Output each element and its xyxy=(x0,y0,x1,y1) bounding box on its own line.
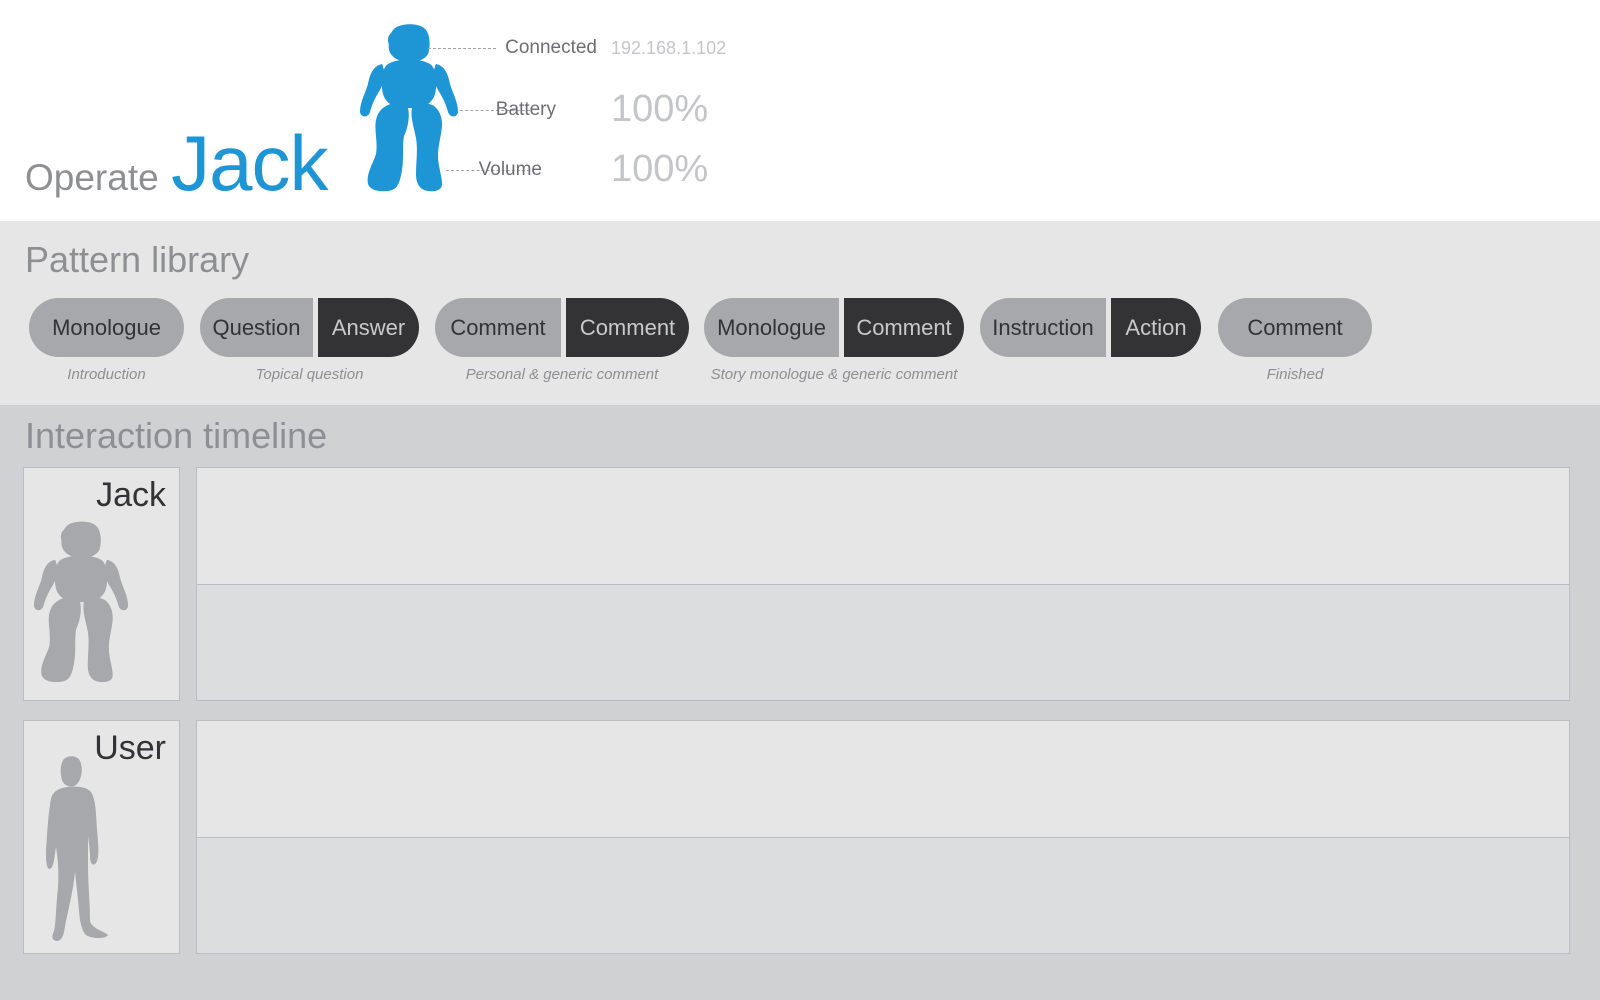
robot-icon xyxy=(33,521,129,683)
pattern-segment: Instruction xyxy=(980,298,1106,357)
header: Operate Jack Connected 192.168.1.102 Bat… xyxy=(0,0,1600,221)
status-connected: Connected 192.168.1.102 xyxy=(428,33,750,63)
title-prefix: Operate xyxy=(25,157,159,198)
pattern-segment: Monologue xyxy=(29,298,184,357)
pattern-personal-generic-comment[interactable]: Comment Comment xyxy=(435,298,689,357)
pattern-segment: Action xyxy=(1106,298,1201,357)
pattern-segment: Comment xyxy=(561,298,689,357)
pattern-caption: Topical question xyxy=(255,366,364,383)
actor-card-jack: Jack xyxy=(23,467,180,701)
pattern-instruction-action[interactable]: Instruction Action xyxy=(980,298,1201,357)
lane-row[interactable] xyxy=(197,468,1569,585)
timeline-lane-jack[interactable] xyxy=(196,467,1570,701)
battery-label: Battery xyxy=(495,99,556,120)
pattern-introduction[interactable]: Monologue xyxy=(29,298,184,357)
battery-value: 100% xyxy=(611,88,709,130)
status-volume: Volume 100% xyxy=(446,148,750,190)
pattern-segment: Monologue xyxy=(704,298,839,357)
pattern-segment: Comment xyxy=(839,298,964,357)
page-title: Operate Jack xyxy=(25,118,329,209)
robot-name: Jack xyxy=(171,119,328,207)
pattern-segment: Question xyxy=(200,298,313,357)
pattern-segment: Answer xyxy=(313,298,419,357)
status-battery: Battery 100% xyxy=(460,88,750,130)
connected-leader-line xyxy=(428,48,496,49)
pattern-caption: Finished xyxy=(1266,366,1324,383)
volume-label: Volume xyxy=(478,159,542,180)
pattern-segment: Comment xyxy=(435,298,561,357)
pattern-library: Pattern library Monologue Introduction Q… xyxy=(0,221,1600,405)
pattern-segment: Comment xyxy=(1218,298,1372,357)
connected-label: Connected xyxy=(505,37,597,58)
connected-value: 192.168.1.102 xyxy=(611,38,727,58)
pattern-story-monologue[interactable]: Monologue Comment xyxy=(704,298,964,357)
pattern-topical-question[interactable]: Question Answer xyxy=(200,298,419,357)
pattern-finished[interactable]: Comment xyxy=(1218,298,1372,357)
timeline-lane-user[interactable] xyxy=(196,720,1570,954)
volume-value: 100% xyxy=(611,148,709,190)
interaction-timeline: Interaction timeline Jack User xyxy=(0,405,1600,1000)
pattern-caption: Introduction xyxy=(67,366,146,383)
lane-row[interactable] xyxy=(197,721,1569,838)
actor-name: Jack xyxy=(96,476,166,514)
user-silhouette-icon xyxy=(46,756,108,941)
pattern-caption: Personal & generic comment xyxy=(465,366,659,383)
pattern-caption: Story monologue & generic comment xyxy=(710,366,958,383)
actor-card-user: User xyxy=(23,720,180,954)
pattern-library-title: Pattern library xyxy=(25,239,250,280)
interaction-timeline-title: Interaction timeline xyxy=(25,415,328,456)
